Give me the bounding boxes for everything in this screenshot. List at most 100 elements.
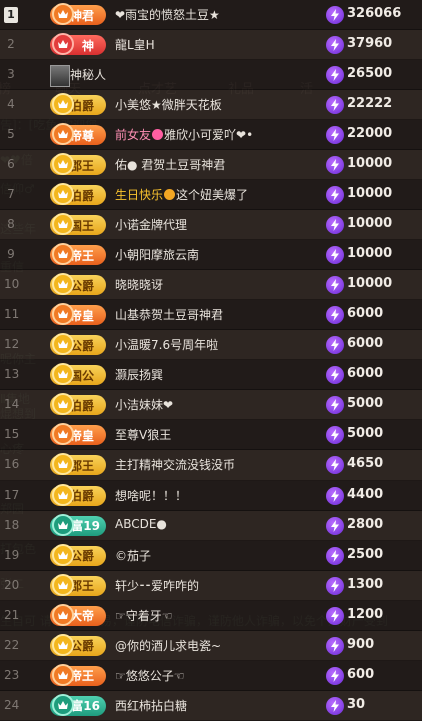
username[interactable]: 小温暖7.6号周年啦 [115,336,218,353]
ranking-row[interactable]: 10 公爵 晓晓晓讶 10000 [0,270,422,301]
badge-label: 富19 [71,519,100,534]
rank-number: 4 [7,97,15,112]
username[interactable]: 小洁妹妹❤ [115,396,173,413]
rank-number: 1 [4,7,18,23]
ranking-row[interactable]: 14 伯爵 小洁妹妹❤ 5000 [0,390,422,421]
lightning-icon [326,96,344,115]
rank-number: 15 [4,427,20,442]
ranking-row[interactable]: 22 公爵 @你的酒儿求电瓷~ 900 [0,630,422,661]
crown-icon [152,129,164,141]
ranking-row[interactable]: 11 帝皇 山基恭贺土豆哥神君 6000 [0,300,422,331]
rank-number: 9 [7,247,15,262]
username-text: 至尊V狼王 [115,428,172,443]
ranking-row[interactable]: 1 神君 ❤雨宝的愤怒土豆★ 326066 [0,0,422,31]
username-text: ABCDE● [115,516,167,531]
username[interactable]: ☞悠悠公子☜ [115,667,185,684]
lightning-icon [326,216,344,235]
ranking-row[interactable]: 12 公爵 小温暖7.6号周年啦 6000 [0,330,422,361]
badge-pill: 富16 [50,693,106,716]
rank-badge: 公爵 [50,633,106,656]
username[interactable]: 想啥呢！！！ [115,487,187,504]
lightning-icon [326,546,344,565]
ranking-row[interactable]: 15 帝皇 至尊V狼王 5000 [0,420,422,451]
username[interactable]: 神秘人 [70,66,106,83]
username[interactable]: 主打精神交流没钱没币 [115,456,235,473]
username-text: ❤雨宝的愤怒土豆★ [115,8,220,22]
badge-pill: 郡王 [50,153,106,176]
badge-pill: 帝皇 [50,423,106,446]
ranking-row[interactable]: 21 大帝 ☞守着牙☜ 1200 [0,600,422,631]
username[interactable]: 山基恭贺土豆哥神君 [115,306,223,323]
score-value: 10000 [347,246,393,262]
ranking-row[interactable]: 18 富19 ABCDE● 2800 [0,510,422,541]
lightning-icon [326,6,344,24]
badge-pill: 伯爵 [50,93,106,116]
username[interactable]: 小美悠★微胖天花板 [115,96,222,113]
ranking-row[interactable]: 19 公爵 ©茄子 2500 [0,540,422,571]
rank-number: 16 [4,457,20,472]
username[interactable]: ☞守着牙☜ [115,607,173,624]
ranking-row[interactable]: 5 帝尊 前女友 雅欣小可爱吖❤• 22000 [0,120,422,151]
rank-number: 22 [4,637,20,652]
username-text: 前女友 [115,128,152,143]
rank-number: 18 [4,517,20,532]
score-value: 22222 [347,96,393,112]
ranking-row[interactable]: 7 伯爵 生日快乐 这个妞美爆了 10000 [0,180,422,211]
ranking-row[interactable]: 3 神秘人 26500 [0,60,422,91]
crown-icon [52,483,74,506]
rank-badge: 神 [50,33,106,56]
ranking-row[interactable]: 23 帝王 ☞悠悠公子☜ 600 [0,660,422,691]
username[interactable]: 西红柿拈白糖 [115,697,187,714]
rank-badge: 伯爵 [50,183,106,206]
username[interactable]: 灏辰扬巽 [115,366,163,383]
badge-pill: 帝王 [50,663,106,686]
username[interactable]: 小诺金牌代理 [115,216,187,233]
username[interactable]: ©茄子 [115,547,151,564]
rank-badge: 大帝 [50,603,106,626]
rank-number: 11 [4,307,20,322]
rank-number: 6 [7,157,15,172]
username[interactable]: 生日快乐 这个妞美爆了 [115,186,248,203]
username[interactable]: 轩少⁃⁃爱咋咋的 [115,577,199,594]
ranking-row[interactable]: 13 国公 灏辰扬巽 6000 [0,360,422,391]
ranking-row[interactable]: 8 国王 小诺金牌代理 10000 [0,210,422,241]
crown-icon [52,573,74,596]
ranking-row[interactable]: 4 伯爵 小美悠★微胖天花板 22222 [0,90,422,121]
score-value: 6000 [347,366,384,382]
crown-icon [52,633,74,656]
lightning-icon [326,36,344,55]
ranking-list[interactable]: 1 神君 ❤雨宝的愤怒土豆★ 326066 2 神 龍L皇H 37960 3 神秘人 26500 4 伯… [0,0,422,721]
username[interactable]: 小朝阳摩旅云南 [115,246,199,263]
rank-badge: 公爵 [50,273,106,296]
rank-badge: 郡王 [50,573,106,596]
ranking-row[interactable]: 20 郡王 轩少⁃⁃爱咋咋的 1300 [0,570,422,601]
rank-number: 17 [4,487,20,502]
crown-icon [52,603,74,626]
avatar[interactable] [50,65,70,88]
username-text: 山基恭贺土豆哥神君 [115,308,224,323]
lightning-icon [326,516,344,535]
username[interactable]: 龍L皇H [115,36,155,53]
username[interactable]: 晓晓晓讶 [115,276,163,293]
username[interactable]: 至尊V狼王 [115,426,171,443]
score-value: 600 [347,666,375,682]
ranking-row[interactable]: 2 神 龍L皇H 37960 [0,30,422,61]
ranking-row[interactable]: 24 富16 西红柿拈白糖 30 [0,690,422,721]
username[interactable]: 佑● 君贺土豆哥神君 [115,156,225,173]
username-text: 龍L皇H [115,38,155,53]
username-text: 灏辰扬巽 [115,368,164,383]
ranking-row[interactable]: 6 郡王 佑● 君贺土豆哥神君 10000 [0,150,422,181]
badge-pill: 郡王 [50,573,106,596]
username[interactable]: ❤雨宝的愤怒土豆★ [115,6,220,23]
username[interactable]: 前女友 雅欣小可爱吖❤• [115,126,253,143]
ranking-row[interactable]: 9 帝王 小朝阳摩旅云南 10000 [0,240,422,271]
lightning-icon [326,366,344,385]
ranking-row[interactable]: 17 伯爵 想啥呢！！！ 4400 [0,480,422,511]
username-text: 佑● 君贺土豆哥神君 [115,158,226,173]
ranking-row[interactable]: 16 郡王 主打精神交流没钱没币 4650 [0,450,422,481]
score-value: 10000 [347,186,393,202]
rank-badge: 郡王 [50,153,106,176]
username[interactable]: ABCDE● [115,517,167,531]
username[interactable]: @你的酒儿求电瓷~ [115,637,221,654]
rank-badge: 富19 [50,513,106,536]
